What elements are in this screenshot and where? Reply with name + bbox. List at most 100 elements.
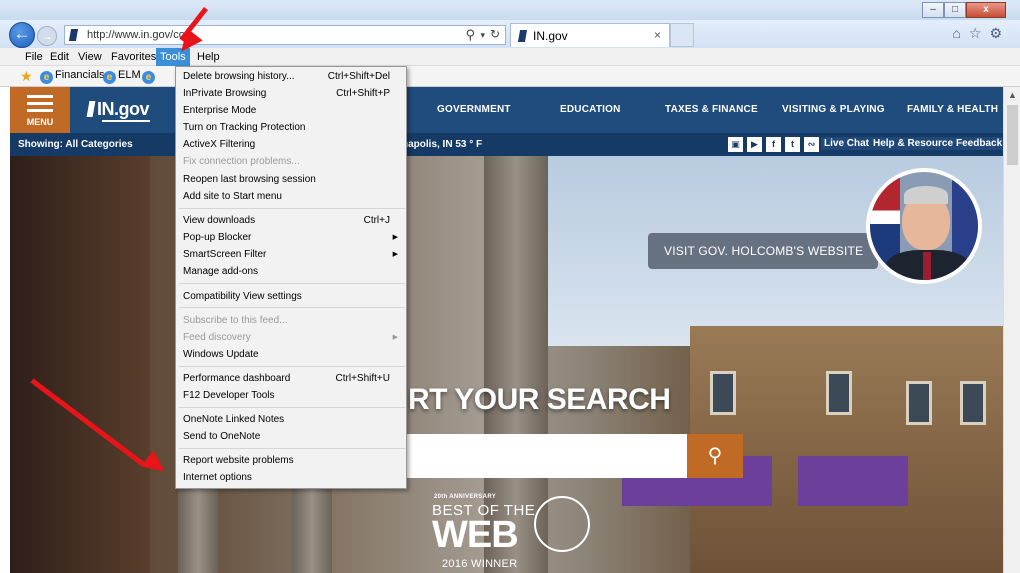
menu-item-performance-dashboard[interactable]: Performance dashboard Ctrl+Shift+U bbox=[176, 370, 406, 387]
menu-help[interactable]: Help bbox=[193, 48, 224, 66]
twitter-icon[interactable]: t bbox=[785, 137, 800, 152]
back-button[interactable]: ← bbox=[9, 22, 35, 48]
menu-item-add-to-start[interactable]: Add site to Start menu bbox=[176, 188, 406, 205]
menu-item-label: Turn on Tracking Protection bbox=[183, 122, 306, 133]
menu-item-shortcut: Ctrl+Shift+Del bbox=[327, 71, 390, 82]
favorite-elm[interactable]: e ELM bbox=[103, 69, 141, 84]
menu-item-subscribe-feed: Subscribe to this feed... bbox=[176, 312, 406, 329]
hero-window bbox=[906, 381, 932, 425]
menu-favorites[interactable]: Favorites bbox=[107, 48, 160, 66]
menu-item-f12-tools[interactable]: F12 Developer Tools bbox=[176, 387, 406, 404]
tab-in-gov[interactable]: IN.gov × bbox=[510, 23, 670, 47]
governor-callout-button[interactable]: VISIT GOV. HOLCOMB'S WEBSITE bbox=[648, 233, 878, 269]
site-header: MENU IN.gov GOVERNMENT EDUCATION TAXES &… bbox=[10, 87, 1003, 133]
favorites-star-icon[interactable]: ★ bbox=[20, 68, 33, 85]
menu-item-reopen-session[interactable]: Reopen last browsing session bbox=[176, 171, 406, 188]
maximize-button[interactable]: □ bbox=[944, 2, 966, 18]
menu-item-label: F12 Developer Tools bbox=[183, 390, 275, 401]
page-scrollbar[interactable]: ▲ bbox=[1003, 87, 1020, 573]
menu-item-inprivate[interactable]: InPrivate Browsing Ctrl+Shift+P bbox=[176, 85, 406, 102]
favorite-financials[interactable]: e Financials bbox=[40, 69, 105, 84]
menu-item-label: Internet options bbox=[183, 472, 252, 483]
help-resources-link[interactable]: Help & Resources bbox=[870, 137, 962, 150]
nav-education[interactable]: EDUCATION bbox=[560, 104, 621, 115]
globe-icon bbox=[534, 496, 590, 552]
submenu-arrow-icon: ▶ bbox=[392, 334, 398, 341]
home-icon[interactable]: ⌂ bbox=[952, 25, 960, 42]
refresh-icon[interactable]: ↻ bbox=[490, 27, 500, 41]
menu-bar: File Edit View Favorites Tools Help bbox=[0, 48, 1020, 66]
menu-item-send-onenote[interactable]: Send to OneNote bbox=[176, 428, 406, 445]
menu-item-manage-addons[interactable]: Manage add-ons bbox=[176, 263, 406, 280]
scroll-up-icon[interactable]: ▲ bbox=[1004, 87, 1020, 104]
site-menu-button[interactable]: MENU bbox=[10, 87, 70, 133]
menu-item-label: Feed discovery bbox=[183, 332, 251, 343]
site-favicon-icon bbox=[68, 29, 79, 41]
rss-icon[interactable]: ∾ bbox=[804, 137, 819, 152]
badge-web: WEB bbox=[432, 514, 519, 556]
menu-item-onenote-linked[interactable]: OneNote Linked Notes bbox=[176, 411, 406, 428]
hero-window bbox=[826, 371, 852, 415]
new-tab-button[interactable] bbox=[670, 23, 694, 47]
governor-avatar[interactable] bbox=[866, 168, 982, 284]
menu-item-label: OneNote Linked Notes bbox=[183, 414, 285, 425]
menu-item-label: View downloads bbox=[183, 215, 256, 226]
chevron-down-icon[interactable]: ▾ bbox=[480, 30, 485, 41]
address-bar[interactable]: http://www.in.gov/cor ⚲ ▾ ↻ bbox=[64, 25, 506, 45]
menu-item-enterprise-mode[interactable]: Enterprise Mode bbox=[176, 102, 406, 119]
favorite-overflow[interactable]: e bbox=[142, 69, 157, 84]
logo-underline bbox=[102, 120, 150, 122]
menu-item-compatibility-view[interactable]: Compatibility View settings bbox=[176, 288, 406, 305]
youtube-icon[interactable]: ▶ bbox=[747, 137, 762, 152]
site-logo[interactable]: IN.gov bbox=[86, 99, 150, 120]
menu-file[interactable]: File bbox=[21, 48, 47, 66]
menu-item-activex-filtering[interactable]: ActiveX Filtering bbox=[176, 136, 406, 153]
menu-item-report-problems[interactable]: Report website problems bbox=[176, 452, 406, 469]
nav-government[interactable]: GOVERNMENT bbox=[437, 104, 511, 115]
tools-dropdown-menu: Delete browsing history... Ctrl+Shift+Del… bbox=[175, 66, 407, 489]
minimize-button[interactable]: – bbox=[922, 2, 944, 18]
badge-winner: 2016 WINNER bbox=[442, 558, 518, 570]
feedback-link[interactable]: Feedback bbox=[953, 137, 1006, 150]
tab-label: IN.gov bbox=[533, 29, 568, 43]
menu-item-label: Pop-up Blocker bbox=[183, 232, 252, 243]
menu-item-popup-blocker[interactable]: Pop-up Blocker ▶ bbox=[176, 229, 406, 246]
menu-item-label: Manage add-ons bbox=[183, 266, 259, 277]
gear-icon[interactable]: ⚙ bbox=[989, 25, 1002, 42]
facebook-icon[interactable]: f bbox=[766, 137, 781, 152]
menu-edit[interactable]: Edit bbox=[46, 48, 73, 66]
menu-item-feed-discovery: Feed discovery ▶ bbox=[176, 329, 406, 346]
menu-view[interactable]: View bbox=[74, 48, 106, 66]
menu-item-delete-history[interactable]: Delete browsing history... Ctrl+Shift+Del bbox=[176, 68, 406, 85]
scroll-thumb[interactable] bbox=[1007, 105, 1018, 165]
star-icon[interactable]: ☆ bbox=[969, 25, 982, 42]
menu-item-internet-options[interactable]: Internet options bbox=[176, 469, 406, 486]
menu-item-smartscreen[interactable]: SmartScreen Filter ▶ bbox=[176, 246, 406, 263]
site-search-input[interactable] bbox=[404, 434, 687, 478]
forward-button[interactable]: → bbox=[37, 26, 57, 46]
menu-item-view-downloads[interactable]: View downloads Ctrl+J bbox=[176, 212, 406, 229]
favorites-bar: ★ e Financials e ELM e bbox=[0, 66, 1020, 87]
instagram-icon[interactable]: ▣ bbox=[728, 137, 743, 152]
menu-item-tracking-protection[interactable]: Turn on Tracking Protection bbox=[176, 119, 406, 136]
menu-item-windows-update[interactable]: Windows Update bbox=[176, 346, 406, 363]
close-window-button[interactable]: x bbox=[966, 2, 1006, 18]
browser-toolbar-icons: ⌂ ☆ ⚙ bbox=[952, 25, 1002, 42]
ie-icon: e bbox=[40, 71, 53, 84]
search-icon[interactable]: ⚲ bbox=[465, 27, 475, 43]
menu-item-shortcut: Ctrl+Shift+U bbox=[335, 373, 390, 384]
category-filter[interactable]: Showing: All Categories bbox=[18, 139, 133, 150]
nav-taxes-finance[interactable]: TAXES & FINANCE bbox=[665, 104, 758, 115]
site-search-button[interactable]: ⚲ bbox=[687, 434, 743, 478]
menu-item-label: Reopen last browsing session bbox=[183, 174, 316, 185]
url-text[interactable]: http://www.in.gov/cor bbox=[87, 29, 189, 41]
menu-item-label: Subscribe to this feed... bbox=[183, 315, 288, 326]
weather-readout: napolis, IN 53 ° F bbox=[402, 139, 483, 150]
nav-family-health[interactable]: FAMILY & HEALTH bbox=[907, 104, 998, 115]
live-chat-link[interactable]: Live Chat bbox=[821, 137, 873, 150]
close-icon[interactable]: × bbox=[654, 28, 661, 42]
nav-visiting-playing[interactable]: VISITING & PLAYING bbox=[782, 104, 885, 115]
badge-anniversary: 20th ANNIVERSARY bbox=[434, 494, 497, 500]
menu-item-label: Enterprise Mode bbox=[183, 105, 257, 116]
menu-separator bbox=[179, 208, 405, 209]
